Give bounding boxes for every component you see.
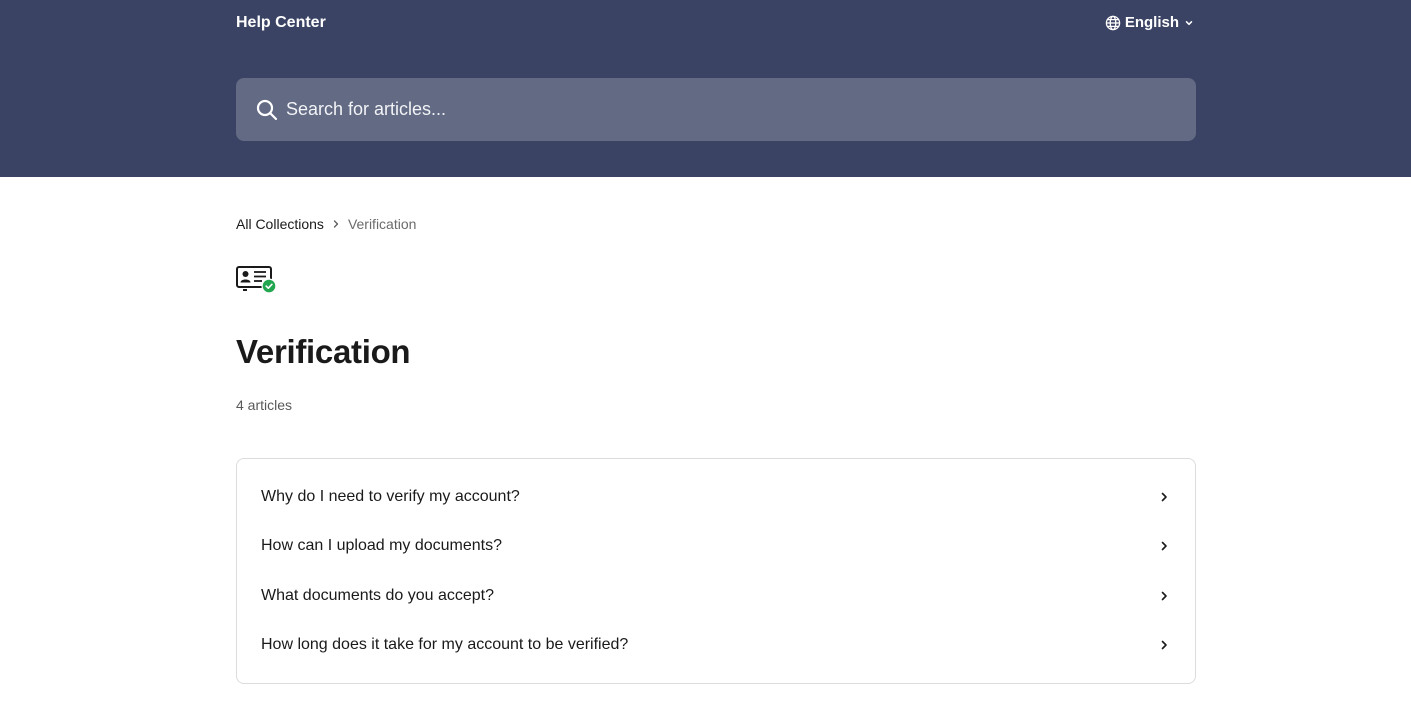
article-link[interactable]: How long does it take for my account to … [237, 621, 1195, 671]
breadcrumb-current: Verification [347, 216, 417, 232]
language-label: English [1124, 14, 1179, 31]
globe-icon [1105, 15, 1121, 31]
chevron-right-icon [1161, 541, 1167, 551]
chevron-down-icon [1185, 21, 1193, 26]
search-input[interactable] [286, 78, 1196, 141]
article-title: Why do I need to verify my account? [261, 487, 520, 505]
search-icon [256, 99, 278, 120]
article-count: 4 articles [236, 397, 293, 413]
help-center-home-link[interactable]: Help Center [236, 13, 326, 33]
article-title: What documents do you accept? [261, 586, 495, 604]
article-title: How can I upload my documents? [261, 537, 503, 555]
chevron-right-icon [1161, 591, 1167, 601]
chevron-right-icon [1161, 492, 1167, 502]
collection-page: All Collections Verification Verificatio… [236, 177, 1196, 684]
breadcrumb-chevron-right-icon [332, 219, 340, 229]
chevron-right-icon [1161, 640, 1167, 650]
search-bar [236, 78, 1196, 141]
id-card-verified-icon [236, 266, 278, 296]
article-title: How long does it take for my account to … [261, 636, 629, 654]
breadcrumb: All Collections Verification [236, 215, 1196, 233]
article-link[interactable]: Why do I need to verify my account? [237, 472, 1195, 522]
language-selector[interactable]: English [1105, 13, 1195, 33]
article-link[interactable]: How can I upload my documents? [237, 522, 1195, 572]
article-list: Why do I need to verify my account? How … [236, 458, 1196, 684]
breadcrumb-all-collections-link[interactable]: All Collections [236, 215, 324, 233]
site-header: Help Center English [0, 0, 1411, 177]
article-link[interactable]: What documents do you accept? [237, 571, 1195, 621]
collection-title: Verification [236, 333, 411, 370]
